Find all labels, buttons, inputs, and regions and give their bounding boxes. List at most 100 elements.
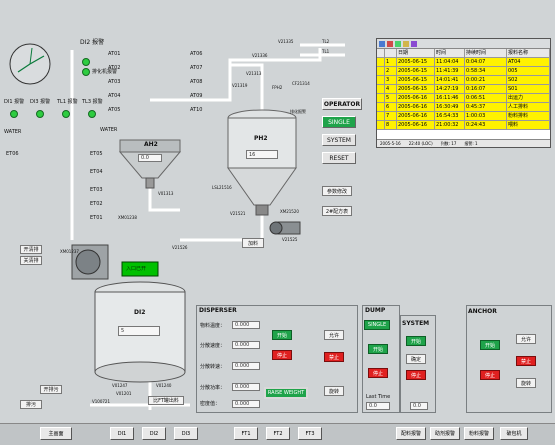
- nav-di2-button[interactable]: DI2: [142, 427, 166, 440]
- density-value: 0.000: [232, 400, 260, 408]
- at04-label: AT04: [108, 93, 121, 99]
- export-icon[interactable]: [395, 40, 401, 47]
- table-row[interactable]: 1 2005-06-15 11:04:04 0:04:07 AT04: [377, 58, 550, 67]
- table-row[interactable]: 6 2005-06-16 16:30:49 0:45:37 人工排料: [377, 103, 550, 112]
- disperse-speed-label: 分散速度：: [200, 343, 226, 349]
- nav-additive-alarm-button[interactable]: 助剂报警: [430, 427, 460, 440]
- operator-button[interactable]: OPERATOR: [322, 98, 362, 110]
- table-cell: 2005-06-16: [397, 112, 435, 120]
- dump-start-button[interactable]: 开始: [368, 344, 388, 354]
- system-value: 0.0: [410, 402, 428, 410]
- print-icon[interactable]: [403, 40, 409, 47]
- table-cell: 11:04:04: [435, 58, 465, 66]
- disperser-prohibit-button[interactable]: 禁止: [324, 352, 344, 362]
- nav-di1-button[interactable]: DI1: [110, 427, 134, 440]
- nav-bag-breaker-button[interactable]: 破包机: [500, 427, 528, 440]
- at02-label: AT02: [108, 65, 121, 71]
- reset-button[interactable]: RESET: [322, 152, 356, 164]
- disperse-rpm-value: 0.000: [232, 362, 260, 370]
- anchor-rotate-button[interactable]: 旋转: [516, 378, 536, 388]
- system-stop-button[interactable]: 停止: [406, 370, 426, 380]
- status-count: 列数: 17: [440, 140, 457, 146]
- ph2-name: PH2: [254, 135, 268, 142]
- row-index: 5: [385, 94, 397, 102]
- nav-ingredient-alarm-button[interactable]: 配料报警: [396, 427, 426, 440]
- tl1-alarm-label: TL1 报警: [57, 99, 78, 105]
- drain-button[interactable]: 排污: [20, 400, 42, 409]
- table-cell: 21:00:32: [435, 121, 465, 129]
- anchor-prohibit-button[interactable]: 禁止: [516, 356, 536, 366]
- disperser-allow-button[interactable]: 允许: [324, 330, 344, 340]
- close-clean-button[interactable]: 关清排: [20, 256, 42, 265]
- dump-single-button[interactable]: SINGLE: [364, 320, 390, 330]
- di2-alarm-lamp: [82, 58, 90, 66]
- nav-ft1-button[interactable]: FT1: [234, 427, 258, 440]
- dump-title: DUMP: [365, 307, 386, 314]
- table-status-bar: 2005-5-16 22:40 (LOC) 列数: 17 报警: 1: [377, 139, 550, 147]
- anchor-allow-button[interactable]: 允许: [516, 334, 536, 344]
- last-time-value: 0.0: [366, 402, 390, 410]
- table-cell: 2005-06-16: [397, 103, 435, 111]
- disperse-power-label: 分散功率：: [200, 385, 226, 391]
- table-row[interactable]: 4 2005-06-15 14:27:19 0:16:07 S01: [377, 85, 550, 94]
- table-cell: 14:27:19: [435, 85, 465, 93]
- table-row[interactable]: 2 2005-06-15 11:41:39 0:58:34 005: [377, 67, 550, 76]
- table-cell: 粉料排料: [507, 112, 550, 120]
- refresh-icon[interactable]: [379, 40, 385, 47]
- di3-alarm-label: DI3 报警: [30, 99, 51, 105]
- disperser-start-button[interactable]: 开始: [272, 330, 292, 340]
- table-cell: 1:00:03: [465, 112, 507, 120]
- ah2-name: AH2: [144, 141, 158, 148]
- nav-di3-button[interactable]: DI3: [174, 427, 198, 440]
- anchor-stop-button[interactable]: 停止: [480, 370, 500, 380]
- table-row[interactable]: 5 2005-06-16 16:11:46 0:06:51 出运力: [377, 94, 550, 103]
- status-date: 2005-5-16: [380, 141, 401, 146]
- di2-value: 5: [118, 326, 160, 336]
- system-start-button[interactable]: 开始: [406, 336, 426, 346]
- nav-ft2-button[interactable]: FT2: [266, 427, 290, 440]
- disperse-rpm-label: 分散转速：: [200, 364, 226, 370]
- recipe-button[interactable]: 2#配方表: [322, 206, 352, 216]
- feed-button[interactable]: 加料: [242, 238, 264, 248]
- system-button[interactable]: SYSTEM: [322, 134, 356, 146]
- disperse-speed-value: 0.000: [232, 341, 260, 349]
- row-marker: [377, 67, 385, 75]
- et04-label: ET04: [90, 169, 103, 175]
- nav-ft3-button[interactable]: FT3: [298, 427, 322, 440]
- param-edit-button[interactable]: 参数修改: [322, 186, 352, 196]
- v01240-tag: V01240: [156, 383, 172, 388]
- open-clean-button[interactable]: 开清排: [20, 245, 42, 254]
- nav-main-button[interactable]: 主画面: [40, 427, 72, 440]
- table-row[interactable]: 7 2005-06-16 16:54:33 1:00:03 粉料排料: [377, 112, 550, 121]
- disperser-stop-button[interactable]: 停止: [272, 350, 292, 360]
- tl1-alarm-lamp: [62, 110, 70, 118]
- raise-weight-button[interactable]: RAISE WEIGHT: [264, 387, 308, 399]
- v21335-tag: V21335: [278, 39, 294, 44]
- col-header: [377, 49, 385, 57]
- system-confirm-button[interactable]: 确定: [406, 354, 426, 364]
- ft-tank-outlet-button[interactable]: 比FT罐出料: [148, 396, 184, 405]
- single-button[interactable]: SINGLE: [322, 116, 356, 128]
- di1-alarm-lamp: [10, 110, 18, 118]
- filter-icon[interactable]: [411, 40, 417, 47]
- open-drain-button[interactable]: 开排污: [40, 385, 62, 394]
- table-toolbar: [377, 39, 550, 49]
- nav-powder-alarm-button[interactable]: 粉料报警: [464, 427, 494, 440]
- dump-stop-button[interactable]: 停止: [368, 368, 388, 378]
- tl2-tag: TL2: [322, 39, 330, 44]
- col-header: [385, 49, 397, 57]
- v21521-tag: V21521: [230, 211, 246, 216]
- disperser-rotate-button[interactable]: 旋转: [324, 386, 344, 396]
- table-row[interactable]: 8 2005-06-16 21:00:32 0:24:43 喂料: [377, 121, 550, 130]
- row-index: 3: [385, 76, 397, 84]
- table-row[interactable]: 3 2005-06-15 14:01:41 0:00:21 S02: [377, 76, 550, 85]
- at09-label: AT09: [190, 93, 203, 99]
- table-cell: 0:16:07: [465, 85, 507, 93]
- row-index: 8: [385, 121, 397, 129]
- stop-icon[interactable]: [387, 40, 393, 47]
- row-marker: [377, 58, 385, 66]
- anchor-start-button[interactable]: 开始: [480, 340, 500, 350]
- table-cell: 16:11:46: [435, 94, 465, 102]
- et05-label: ET05: [90, 151, 103, 157]
- clock-icon: [9, 43, 51, 85]
